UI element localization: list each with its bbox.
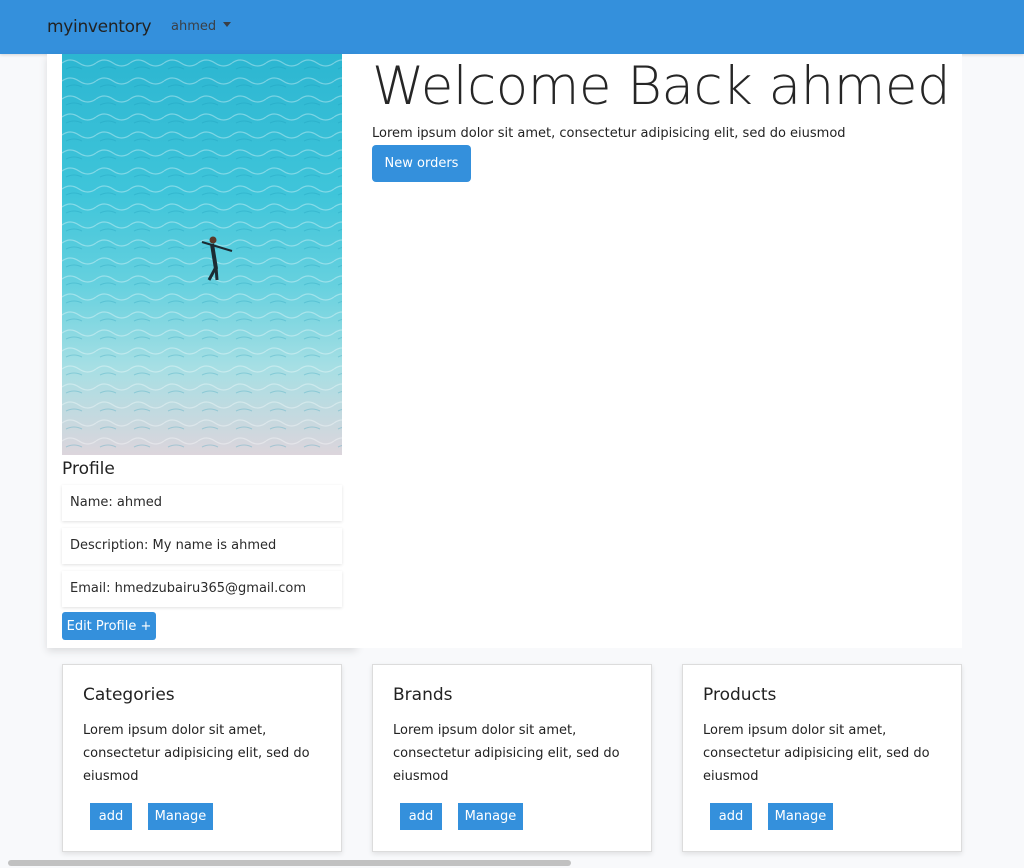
card-text: Lorem ipsum dolor sit amet, consectetur … <box>83 723 310 784</box>
welcome-text: Lorem ipsum dolor sit amet, consectetur … <box>372 126 846 141</box>
categories-add-button[interactable]: add <box>90 803 132 830</box>
products-card: Products Lorem ipsum dolor sit amet, con… <box>682 664 962 852</box>
profile-name-item: Name: ahmed <box>62 485 342 521</box>
products-manage-button[interactable]: Manage <box>768 803 833 830</box>
profile-email-item: Email: hmedzubairu365@gmail.com <box>62 571 342 607</box>
user-dropdown-label: ahmed <box>171 19 217 34</box>
chevron-down-icon <box>223 22 232 27</box>
card-title: Categories <box>83 685 175 705</box>
brands-add-button[interactable]: add <box>400 803 442 830</box>
ocean-swimmer-image <box>62 54 342 455</box>
profile-card: Profile Name: ahmed Description: My name… <box>47 54 357 648</box>
edit-profile-button[interactable]: Edit Profile + <box>62 612 156 640</box>
page-title: Welcome Back ahmed <box>372 56 951 117</box>
brand-logo-text[interactable]: myinventory <box>47 17 152 37</box>
new-orders-button[interactable]: New orders <box>372 145 471 182</box>
categories-card: Categories Lorem ipsum dolor sit amet, c… <box>62 664 342 852</box>
profile-photo <box>62 54 342 455</box>
welcome-panel: Welcome Back ahmed Lorem ipsum dolor sit… <box>357 54 962 648</box>
profile-description-item: Description: My name is ahmed <box>62 528 342 564</box>
card-text: Lorem ipsum dolor sit amet, consectetur … <box>393 723 620 784</box>
brands-manage-button[interactable]: Manage <box>458 803 523 830</box>
horizontal-scrollbar[interactable] <box>8 860 571 866</box>
top-navbar: myinventory ahmed <box>0 0 1024 54</box>
categories-manage-button[interactable]: Manage <box>148 803 213 830</box>
profile-heading: Profile <box>62 459 115 479</box>
user-dropdown[interactable]: ahmed <box>171 19 232 34</box>
card-title: Products <box>703 685 777 705</box>
brands-card: Brands Lorem ipsum dolor sit amet, conse… <box>372 664 652 852</box>
card-text: Lorem ipsum dolor sit amet, consectetur … <box>703 723 930 784</box>
products-add-button[interactable]: add <box>710 803 752 830</box>
card-title: Brands <box>393 685 453 705</box>
